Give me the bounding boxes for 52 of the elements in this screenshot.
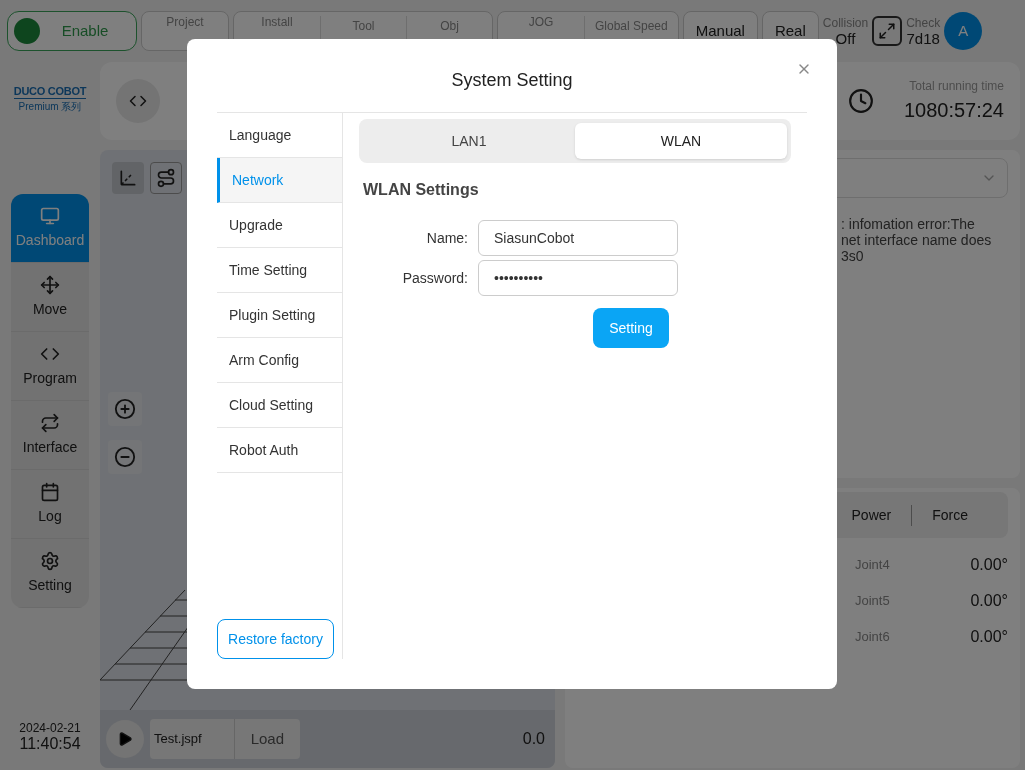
settings-menu-item[interactable]: Network <box>217 158 342 203</box>
section-title: WLAN Settings <box>363 180 480 200</box>
nav-item[interactable]: Interface <box>11 401 89 470</box>
joint-name: Joint6 <box>855 628 890 647</box>
joint-value: 0.00° <box>970 591 1008 611</box>
status-label: Project <box>166 15 204 29</box>
series-label: Premium 系列 <box>18 100 82 114</box>
settings-menu-item[interactable]: Cloud Setting <box>217 383 342 428</box>
status-label: Obj <box>440 19 459 33</box>
log-message-line: net interface name does <box>841 232 993 248</box>
input-field[interactable]: •••••••••• <box>478 260 678 296</box>
status-label: Install <box>261 15 293 29</box>
log-message-line: : infomation error:The <box>841 216 976 232</box>
network-tab[interactable]: WLAN <box>575 123 787 159</box>
restore-factory-button[interactable]: Restore factory <box>217 619 334 659</box>
check-value: 7d18 <box>906 31 940 46</box>
nav-item[interactable]: Setting <box>11 539 89 608</box>
settings-menu-item[interactable]: Time Setting <box>217 248 342 293</box>
progress-value: 0.0 <box>522 729 545 749</box>
status-label: Tool <box>352 19 375 33</box>
settings-menu-item[interactable]: Plugin Setting <box>217 293 342 338</box>
joint-name: Joint4 <box>855 556 890 575</box>
settings-menu-item[interactable]: Upgrade <box>217 203 342 248</box>
settings-menu-item[interactable]: Arm Config <box>217 338 342 383</box>
nav-item[interactable]: Program <box>11 332 89 401</box>
setting-button[interactable]: Setting <box>593 308 669 348</box>
input-field[interactable]: SiasunCobot <box>478 220 678 256</box>
joint-value: 0.00° <box>970 627 1008 647</box>
joint-tab[interactable]: Power <box>831 504 912 526</box>
date-text: 2024-02-21 <box>19 720 81 736</box>
time-text: 11:40:54 <box>19 736 81 752</box>
field-label: Name: <box>425 228 468 248</box>
dialog-title: System Setting <box>451 69 573 92</box>
status-label: JOG <box>528 15 554 29</box>
running-time-value: 1080:57:24 <box>903 98 1004 123</box>
joint-tab[interactable]: Force <box>911 504 988 526</box>
joint-value: 0.00° <box>970 555 1008 575</box>
nav-item[interactable]: Dashboard <box>11 194 89 263</box>
network-tab[interactable]: LAN1 <box>363 123 575 159</box>
settings-menu-item[interactable]: Robot Auth <box>217 428 342 473</box>
enable-button[interactable]: Enable <box>7 11 137 51</box>
nav-item[interactable]: Move <box>11 263 89 332</box>
field-label: Password: <box>401 268 468 288</box>
nav-item[interactable]: Log <box>11 470 89 539</box>
load-button[interactable]: Load <box>233 719 300 759</box>
log-message-line: 3s0 <box>841 248 865 264</box>
status-label: Global Speed <box>595 19 668 33</box>
avatar[interactable]: A <box>944 12 983 50</box>
joint-name: Joint5 <box>855 592 890 611</box>
brand-logo: DUCO COBOT <box>13 84 87 99</box>
file-field[interactable]: Test.jspf Load <box>150 719 300 759</box>
collision-value: Off <box>835 31 856 46</box>
